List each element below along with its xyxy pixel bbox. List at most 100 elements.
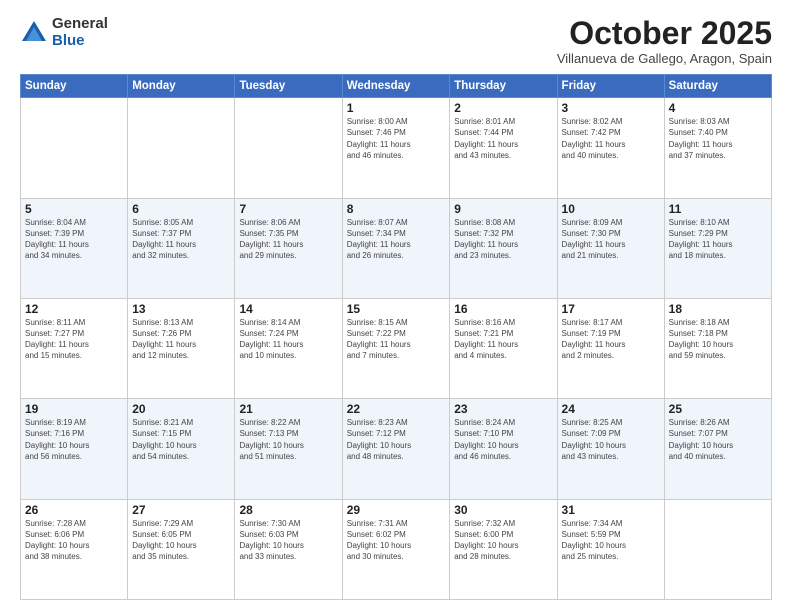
logo: General Blue bbox=[20, 16, 108, 49]
day-number: 14 bbox=[239, 302, 337, 316]
calendar-cell-w4-d3: 22Sunrise: 8:23 AM Sunset: 7:12 PM Dayli… bbox=[342, 399, 450, 499]
calendar-cell-w5-d3: 29Sunrise: 7:31 AM Sunset: 6:02 PM Dayli… bbox=[342, 499, 450, 599]
calendar-cell-w3-d4: 16Sunrise: 8:16 AM Sunset: 7:21 PM Dayli… bbox=[450, 298, 557, 398]
day-info: Sunrise: 8:26 AM Sunset: 7:07 PM Dayligh… bbox=[669, 417, 767, 462]
header: General Blue October 2025 Villanueva de … bbox=[20, 16, 772, 66]
calendar-cell-w5-d0: 26Sunrise: 7:28 AM Sunset: 6:06 PM Dayli… bbox=[21, 499, 128, 599]
header-monday: Monday bbox=[128, 75, 235, 98]
calendar-cell-w4-d5: 24Sunrise: 8:25 AM Sunset: 7:09 PM Dayli… bbox=[557, 399, 664, 499]
day-number: 5 bbox=[25, 202, 123, 216]
calendar-cell-w5-d4: 30Sunrise: 7:32 AM Sunset: 6:00 PM Dayli… bbox=[450, 499, 557, 599]
calendar-cell-w3-d2: 14Sunrise: 8:14 AM Sunset: 7:24 PM Dayli… bbox=[235, 298, 342, 398]
day-info: Sunrise: 8:04 AM Sunset: 7:39 PM Dayligh… bbox=[25, 217, 123, 262]
calendar-cell-w1-d1 bbox=[128, 98, 235, 198]
day-info: Sunrise: 8:16 AM Sunset: 7:21 PM Dayligh… bbox=[454, 317, 552, 362]
calendar-cell-w2-d0: 5Sunrise: 8:04 AM Sunset: 7:39 PM Daylig… bbox=[21, 198, 128, 298]
day-number: 2 bbox=[454, 101, 552, 115]
calendar-cell-w1-d3: 1Sunrise: 8:00 AM Sunset: 7:46 PM Daylig… bbox=[342, 98, 450, 198]
logo-icon bbox=[20, 19, 48, 47]
day-number: 4 bbox=[669, 101, 767, 115]
day-info: Sunrise: 7:28 AM Sunset: 6:06 PM Dayligh… bbox=[25, 518, 123, 563]
day-number: 9 bbox=[454, 202, 552, 216]
calendar-cell-w4-d6: 25Sunrise: 8:26 AM Sunset: 7:07 PM Dayli… bbox=[664, 399, 771, 499]
calendar-cell-w5-d2: 28Sunrise: 7:30 AM Sunset: 6:03 PM Dayli… bbox=[235, 499, 342, 599]
day-info: Sunrise: 8:25 AM Sunset: 7:09 PM Dayligh… bbox=[562, 417, 660, 462]
day-number: 3 bbox=[562, 101, 660, 115]
calendar-cell-w3-d6: 18Sunrise: 8:18 AM Sunset: 7:18 PM Dayli… bbox=[664, 298, 771, 398]
day-info: Sunrise: 8:17 AM Sunset: 7:19 PM Dayligh… bbox=[562, 317, 660, 362]
logo-text: General Blue bbox=[52, 16, 108, 49]
day-info: Sunrise: 7:29 AM Sunset: 6:05 PM Dayligh… bbox=[132, 518, 230, 563]
title-block: October 2025 Villanueva de Gallego, Arag… bbox=[557, 16, 772, 66]
day-info: Sunrise: 8:05 AM Sunset: 7:37 PM Dayligh… bbox=[132, 217, 230, 262]
calendar-cell-w5-d5: 31Sunrise: 7:34 AM Sunset: 5:59 PM Dayli… bbox=[557, 499, 664, 599]
day-number: 6 bbox=[132, 202, 230, 216]
day-number: 25 bbox=[669, 402, 767, 416]
calendar-cell-w1-d5: 3Sunrise: 8:02 AM Sunset: 7:42 PM Daylig… bbox=[557, 98, 664, 198]
calendar-cell-w3-d1: 13Sunrise: 8:13 AM Sunset: 7:26 PM Dayli… bbox=[128, 298, 235, 398]
day-info: Sunrise: 7:32 AM Sunset: 6:00 PM Dayligh… bbox=[454, 518, 552, 563]
day-info: Sunrise: 8:19 AM Sunset: 7:16 PM Dayligh… bbox=[25, 417, 123, 462]
calendar-cell-w4-d4: 23Sunrise: 8:24 AM Sunset: 7:10 PM Dayli… bbox=[450, 399, 557, 499]
day-info: Sunrise: 8:02 AM Sunset: 7:42 PM Dayligh… bbox=[562, 116, 660, 161]
weekday-header-row: Sunday Monday Tuesday Wednesday Thursday… bbox=[21, 75, 772, 98]
day-info: Sunrise: 8:14 AM Sunset: 7:24 PM Dayligh… bbox=[239, 317, 337, 362]
calendar-cell-w1-d6: 4Sunrise: 8:03 AM Sunset: 7:40 PM Daylig… bbox=[664, 98, 771, 198]
month-title: October 2025 bbox=[557, 16, 772, 51]
header-sunday: Sunday bbox=[21, 75, 128, 98]
calendar-cell-w4-d0: 19Sunrise: 8:19 AM Sunset: 7:16 PM Dayli… bbox=[21, 399, 128, 499]
location-subtitle: Villanueva de Gallego, Aragon, Spain bbox=[557, 51, 772, 66]
day-number: 20 bbox=[132, 402, 230, 416]
day-number: 13 bbox=[132, 302, 230, 316]
calendar-page: General Blue October 2025 Villanueva de … bbox=[0, 0, 792, 612]
day-info: Sunrise: 8:07 AM Sunset: 7:34 PM Dayligh… bbox=[347, 217, 446, 262]
week-row-3: 12Sunrise: 8:11 AM Sunset: 7:27 PM Dayli… bbox=[21, 298, 772, 398]
header-saturday: Saturday bbox=[664, 75, 771, 98]
day-info: Sunrise: 8:22 AM Sunset: 7:13 PM Dayligh… bbox=[239, 417, 337, 462]
calendar-cell-w2-d5: 10Sunrise: 8:09 AM Sunset: 7:30 PM Dayli… bbox=[557, 198, 664, 298]
day-info: Sunrise: 8:24 AM Sunset: 7:10 PM Dayligh… bbox=[454, 417, 552, 462]
calendar-cell-w2-d1: 6Sunrise: 8:05 AM Sunset: 7:37 PM Daylig… bbox=[128, 198, 235, 298]
day-info: Sunrise: 8:15 AM Sunset: 7:22 PM Dayligh… bbox=[347, 317, 446, 362]
week-row-1: 1Sunrise: 8:00 AM Sunset: 7:46 PM Daylig… bbox=[21, 98, 772, 198]
calendar-table: Sunday Monday Tuesday Wednesday Thursday… bbox=[20, 74, 772, 600]
calendar-cell-w1-d4: 2Sunrise: 8:01 AM Sunset: 7:44 PM Daylig… bbox=[450, 98, 557, 198]
day-number: 24 bbox=[562, 402, 660, 416]
day-number: 1 bbox=[347, 101, 446, 115]
day-info: Sunrise: 8:13 AM Sunset: 7:26 PM Dayligh… bbox=[132, 317, 230, 362]
logo-blue-text: Blue bbox=[52, 33, 108, 50]
day-info: Sunrise: 8:11 AM Sunset: 7:27 PM Dayligh… bbox=[25, 317, 123, 362]
calendar-cell-w5-d6 bbox=[664, 499, 771, 599]
header-friday: Friday bbox=[557, 75, 664, 98]
day-number: 15 bbox=[347, 302, 446, 316]
header-tuesday: Tuesday bbox=[235, 75, 342, 98]
day-info: Sunrise: 8:08 AM Sunset: 7:32 PM Dayligh… bbox=[454, 217, 552, 262]
day-number: 27 bbox=[132, 503, 230, 517]
calendar-cell-w2-d4: 9Sunrise: 8:08 AM Sunset: 7:32 PM Daylig… bbox=[450, 198, 557, 298]
header-wednesday: Wednesday bbox=[342, 75, 450, 98]
day-info: Sunrise: 8:21 AM Sunset: 7:15 PM Dayligh… bbox=[132, 417, 230, 462]
calendar-cell-w5-d1: 27Sunrise: 7:29 AM Sunset: 6:05 PM Dayli… bbox=[128, 499, 235, 599]
header-thursday: Thursday bbox=[450, 75, 557, 98]
day-info: Sunrise: 7:30 AM Sunset: 6:03 PM Dayligh… bbox=[239, 518, 337, 563]
day-info: Sunrise: 8:03 AM Sunset: 7:40 PM Dayligh… bbox=[669, 116, 767, 161]
logo-general-text: General bbox=[52, 16, 108, 33]
calendar-cell-w1-d0 bbox=[21, 98, 128, 198]
calendar-cell-w2-d6: 11Sunrise: 8:10 AM Sunset: 7:29 PM Dayli… bbox=[664, 198, 771, 298]
day-number: 18 bbox=[669, 302, 767, 316]
day-number: 22 bbox=[347, 402, 446, 416]
day-info: Sunrise: 8:18 AM Sunset: 7:18 PM Dayligh… bbox=[669, 317, 767, 362]
day-number: 23 bbox=[454, 402, 552, 416]
day-info: Sunrise: 7:31 AM Sunset: 6:02 PM Dayligh… bbox=[347, 518, 446, 563]
day-number: 28 bbox=[239, 503, 337, 517]
day-number: 31 bbox=[562, 503, 660, 517]
calendar-cell-w3-d0: 12Sunrise: 8:11 AM Sunset: 7:27 PM Dayli… bbox=[21, 298, 128, 398]
day-number: 7 bbox=[239, 202, 337, 216]
calendar-cell-w3-d5: 17Sunrise: 8:17 AM Sunset: 7:19 PM Dayli… bbox=[557, 298, 664, 398]
day-number: 29 bbox=[347, 503, 446, 517]
week-row-2: 5Sunrise: 8:04 AM Sunset: 7:39 PM Daylig… bbox=[21, 198, 772, 298]
week-row-5: 26Sunrise: 7:28 AM Sunset: 6:06 PM Dayli… bbox=[21, 499, 772, 599]
day-number: 21 bbox=[239, 402, 337, 416]
day-number: 16 bbox=[454, 302, 552, 316]
day-number: 12 bbox=[25, 302, 123, 316]
